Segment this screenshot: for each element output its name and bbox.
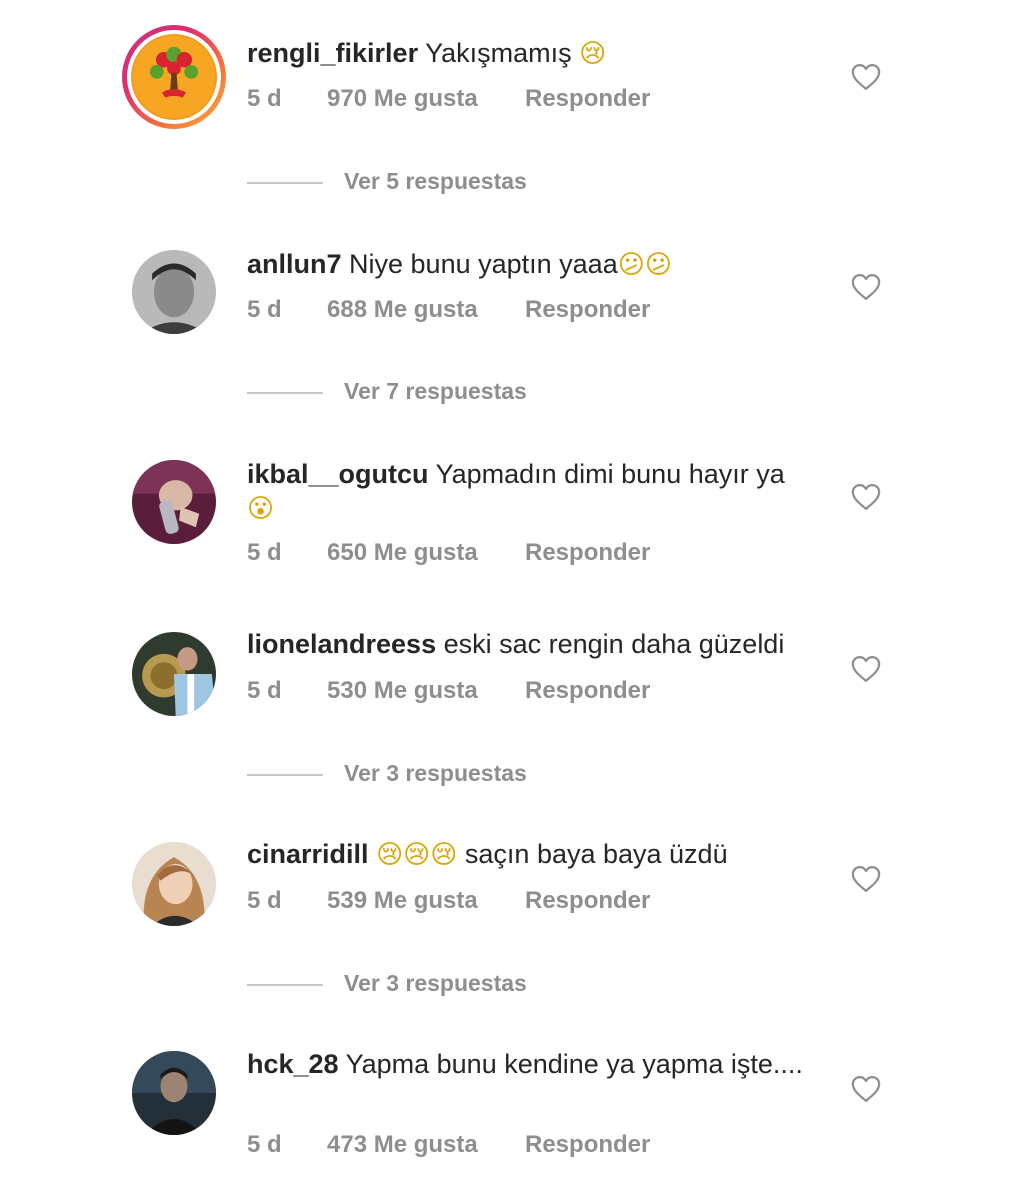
reply-button[interactable]: Responder	[525, 85, 650, 113]
avatar[interactable]	[132, 842, 216, 926]
comment-body: saçın baya baya üzdü	[464, 839, 728, 869]
avatar-photo	[132, 1051, 216, 1135]
divider	[247, 392, 323, 394]
divider	[247, 182, 323, 184]
reply-button[interactable]: Responder	[525, 887, 650, 915]
heart-outline-icon[interactable]	[851, 1075, 881, 1103]
comment-body: Yakışmamış	[425, 38, 572, 68]
comment-username[interactable]: lionelandreess	[247, 629, 436, 659]
comment-body: eski sac rengin daha güzeldi	[443, 629, 785, 659]
comment-username[interactable]: anllun7	[247, 249, 342, 279]
comment-username[interactable]: rengli_fikirler	[247, 38, 418, 68]
like-count[interactable]: 650 Me gusta	[327, 539, 478, 567]
comment-text: hck_28 Yapma bunu kendine ya yapma işte.…	[247, 1047, 827, 1081]
heart-outline-icon[interactable]	[851, 865, 881, 893]
emoji: 😢	[579, 39, 607, 69]
divider	[247, 774, 323, 776]
view-replies-label[interactable]: Ver 3 respuestas	[344, 970, 527, 997]
avatar-photo	[132, 842, 216, 926]
heart-outline-icon[interactable]	[851, 655, 881, 683]
comment-time[interactable]: 5 d	[247, 677, 282, 705]
reply-button[interactable]: Responder	[525, 1131, 650, 1159]
like-count[interactable]: 530 Me gusta	[327, 677, 478, 705]
logo-image	[131, 34, 217, 120]
avatar[interactable]	[122, 25, 226, 129]
like-count[interactable]: 473 Me gusta	[327, 1131, 478, 1159]
reply-button[interactable]: Responder	[525, 296, 650, 324]
comment-text: lionelandreess eski sac rengin daha güze…	[247, 627, 827, 661]
avatar[interactable]	[132, 632, 216, 716]
heart-outline-icon[interactable]	[851, 273, 881, 301]
comment-username[interactable]: cinarridill	[247, 839, 369, 869]
like-count[interactable]: 539 Me gusta	[327, 887, 478, 915]
comment-time[interactable]: 5 d	[247, 1131, 282, 1159]
comment-body: Niye bunu yaptın yaaa	[349, 249, 618, 279]
comment-time[interactable]: 5 d	[247, 539, 282, 567]
comment-time[interactable]: 5 d	[247, 296, 282, 324]
avatar[interactable]	[132, 460, 216, 544]
view-replies-label[interactable]: Ver 5 respuestas	[344, 168, 527, 195]
comment-time[interactable]: 5 d	[247, 887, 282, 915]
emoji: 😕😕	[617, 250, 672, 280]
avatar[interactable]	[132, 250, 216, 334]
divider	[247, 984, 323, 986]
comment-body: Yapma bunu kendine ya yapma işte....	[345, 1049, 803, 1079]
comment-body: Yapmadın dimi bunu hayır ya	[435, 459, 785, 489]
avatar-photo	[132, 460, 216, 544]
heart-outline-icon[interactable]	[851, 483, 881, 511]
comment-text: anllun7 Niye bunu yaptın yaaa😕😕	[247, 247, 827, 282]
comment-username[interactable]: ikbal__ogutcu	[247, 459, 429, 489]
avatar-photo	[132, 632, 216, 716]
comment-time[interactable]: 5 d	[247, 85, 282, 113]
comment-username[interactable]: hck_28	[247, 1049, 339, 1079]
emoji: 😢😢😢	[376, 840, 458, 870]
like-count[interactable]: 970 Me gusta	[327, 85, 478, 113]
emoji: 😮	[247, 494, 275, 524]
comment-text: cinarridill 😢😢😢 saçın baya baya üzdü	[247, 837, 827, 872]
heart-outline-icon[interactable]	[851, 63, 881, 91]
view-replies-label[interactable]: Ver 3 respuestas	[344, 760, 527, 787]
avatar-photo	[132, 250, 216, 334]
avatar[interactable]	[132, 1051, 216, 1135]
reply-button[interactable]: Responder	[525, 677, 650, 705]
comment-text: ikbal__ogutcu Yapmadın dimi bunu hayır y…	[247, 457, 827, 526]
reply-button[interactable]: Responder	[525, 539, 650, 567]
view-replies-label[interactable]: Ver 7 respuestas	[344, 378, 527, 405]
like-count[interactable]: 688 Me gusta	[327, 296, 478, 324]
comment-text: rengli_fikirler Yakışmamış 😢	[247, 36, 827, 71]
